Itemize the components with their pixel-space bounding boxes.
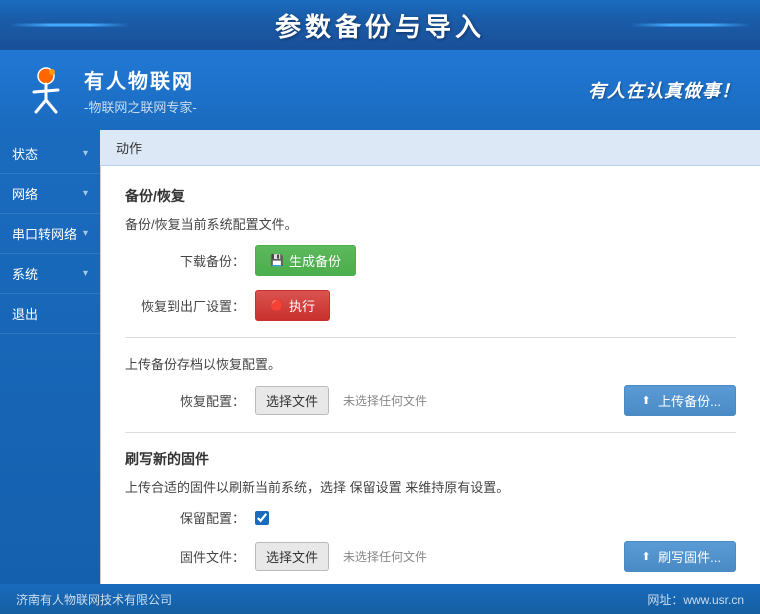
page-header: 参数备份与导入 [0,0,760,50]
divider-2 [125,432,736,433]
restore-factory-row: 恢复到出厂设置： 🔴 执行 [125,290,736,321]
execute-icon: 🔴 [270,299,284,313]
brand-text: 有人物联网 -物联网之联网专家- [84,65,197,116]
page-title: 参数备份与导入 [275,7,485,44]
company-name: 济南有人物联网技术有限公司 [16,591,172,608]
firmware-title: 刷写新的固件 [125,449,736,469]
sidebar: 状态 ▾ 网络 ▾ 串口转网络 ▾ 系统 ▾ 退出 [0,130,100,584]
restore-label: 恢复到出厂设置： [125,296,245,315]
upload-backup-button[interactable]: ⬆ 上传备份... [624,385,736,416]
sidebar-item-system[interactable]: 系统 ▾ [0,254,100,294]
firmware-desc: 上传合适的固件以刷新当前系统，选择 保留设置 来维持原有设置。 [125,477,736,496]
brand-left: 有人物联网 -物联网之联网专家- [20,64,197,116]
brand-slogan: 有人在认真做事！ [588,77,740,103]
upload-icon: ⬆ [639,394,653,408]
chevron-down-icon: ▾ [83,268,88,279]
brand-name: 有人物联网 [84,65,197,94]
content-area: 动作 备份/恢复 备份/恢复当前系统配置文件。 下载备份： 💾 生成备份 恢复到… [100,130,760,584]
sidebar-item-status[interactable]: 状态 ▾ [0,134,100,174]
chevron-down-icon: ▾ [83,188,88,199]
choose-firmware-file-button[interactable]: 选择文件 [255,542,329,571]
sidebar-item-logout[interactable]: 退出 [0,294,100,334]
choose-config-file-button[interactable]: 选择文件 [255,386,329,415]
content-toolbar: 动作 [100,130,760,166]
keep-config-checkbox[interactable] [255,511,269,525]
keep-config-label: 保留配置： [125,508,245,527]
generate-backup-button[interactable]: 💾 生成备份 [255,245,356,276]
restore-factory-button[interactable]: 🔴 执行 [255,290,330,321]
keep-config-row: 保留配置： [125,508,736,527]
flash-firmware-button[interactable]: ⬆ 刷写固件... [624,541,736,572]
download-backup-row: 下载备份： 💾 生成备份 [125,245,736,276]
content-scroll[interactable]: 备份/恢复 备份/恢复当前系统配置文件。 下载备份： 💾 生成备份 恢复到出厂设… [100,166,760,584]
config-file-hint: 未选择任何文件 [343,392,427,409]
brand-bar: 有人物联网 -物联网之联网专家- 有人在认真做事！ [0,50,760,130]
save-icon: 💾 [270,254,284,268]
backup-section: 备份/恢复 备份/恢复当前系统配置文件。 下载备份： 💾 生成备份 恢复到出厂设… [125,186,736,321]
restore-config-label: 恢复配置： [125,391,245,410]
upload-desc: 上传备份存档以恢复配置。 [125,354,736,373]
chevron-down-icon: ▾ [83,148,88,159]
footer: 济南有人物联网技术有限公司 网址：www.usr.cn [0,584,760,614]
brand-subtitle: -物联网之联网专家- [84,97,197,116]
backup-desc: 备份/恢复当前系统配置文件。 [125,214,736,233]
flash-icon: ⬆ [639,550,653,564]
backup-title: 备份/恢复 [125,186,736,206]
upload-section: 上传备份存档以恢复配置。 恢复配置： 选择文件 未选择任何文件 ⬆ 上传备份..… [125,354,736,416]
download-label: 下载备份： [125,251,245,270]
firmware-file-hint: 未选择任何文件 [343,548,427,565]
brand-logo [20,64,72,116]
divider-1 [125,337,736,338]
sidebar-item-network[interactable]: 网络 ▾ [0,174,100,214]
toolbar-label: 动作 [116,138,142,157]
website: 网址：www.usr.cn [647,591,744,608]
sidebar-item-serial-network[interactable]: 串口转网络 ▾ [0,214,100,254]
restore-config-row: 恢复配置： 选择文件 未选择任何文件 ⬆ 上传备份... [125,385,736,416]
main-layout: 状态 ▾ 网络 ▾ 串口转网络 ▾ 系统 ▾ 退出 动作 备份/恢复 备份/恢复… [0,130,760,584]
chevron-down-icon: ▾ [83,228,88,239]
firmware-file-row: 固件文件： 选择文件 未选择任何文件 ⬆ 刷写固件... [125,541,736,572]
firmware-section: 刷写新的固件 上传合适的固件以刷新当前系统，选择 保留设置 来维持原有设置。 保… [125,449,736,572]
firmware-label: 固件文件： [125,547,245,566]
